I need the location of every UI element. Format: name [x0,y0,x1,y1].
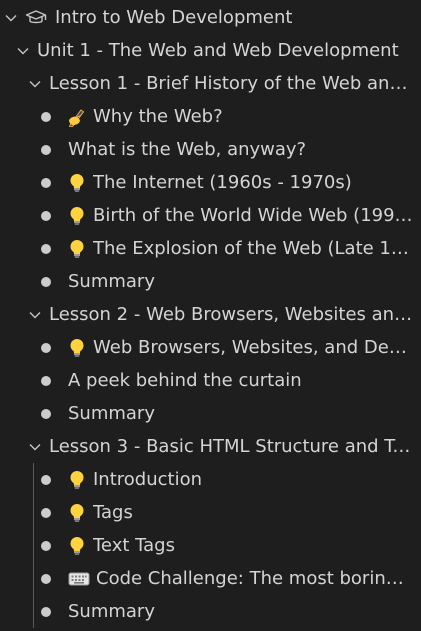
bullet-icon [41,111,51,122]
light-bulb-icon [68,206,86,226]
tree-item-page[interactable]: Why the Web? [0,100,421,133]
tree-item-page[interactable]: A peek behind the curtain [0,364,421,397]
bullet-icon [41,606,51,617]
bullet-icon [41,375,51,386]
light-bulb-icon [68,470,86,490]
tree-item-page[interactable]: The Explosion of the Web (Late 199... [0,232,421,265]
page-label: Introduction [93,468,203,490]
bullet-icon [41,276,51,287]
keyboard-icon [68,569,90,589]
chevron-down-icon[interactable] [27,439,43,455]
lesson-title: Lesson 1 - Brief History of the Web and … [49,72,413,94]
page-label: Code Challenge: The most boring ... [96,567,413,589]
tree-item-page[interactable]: Birth of the World Wide Web (1990s) [0,199,421,232]
tree-item-page[interactable]: The Internet (1960s - 1970s) [0,166,421,199]
tree-item-page[interactable]: Introduction [0,463,421,496]
page-label: Web Browsers, Websites, and Devel... [93,336,413,358]
writing-hand-icon [68,107,86,127]
page-label: The Internet (1960s - 1970s) [93,171,352,193]
light-bulb-icon [68,239,86,259]
tree-item-page[interactable]: Code Challenge: The most boring ... [0,562,421,595]
bullet-icon [41,210,51,221]
tree-item-page[interactable]: Text Tags [0,529,421,562]
bullet-icon [41,573,51,584]
bullet-icon [41,177,51,188]
page-label: The Explosion of the Web (Late 199... [93,237,413,259]
unit-title: Unit 1 - The Web and Web Development [37,39,399,61]
tree-item-lesson[interactable]: Lesson 2 - Web Browsers, Websites and... [0,298,421,331]
page-label: Summary [68,600,155,622]
tree-item-page[interactable]: Tags [0,496,421,529]
lesson-title: Lesson 3 - Basic HTML Structure and Tags [49,435,413,457]
light-bulb-icon [68,536,86,556]
tree-item-unit[interactable]: Unit 1 - The Web and Web Development [0,34,421,67]
bullet-icon [41,540,51,551]
page-label: Summary [68,402,155,424]
page-label: What is the Web, anyway? [68,138,307,160]
bullet-icon [41,243,51,254]
bullet-icon [41,474,51,485]
chevron-down-icon[interactable] [27,76,43,92]
tree-item-page[interactable]: Web Browsers, Websites, and Devel... [0,331,421,364]
bullet-icon [41,408,51,419]
tree-item-page[interactable]: Summary [0,595,421,628]
page-label: Tags [93,501,133,523]
lesson-title: Lesson 2 - Web Browsers, Websites and... [49,303,413,325]
tree-item-lesson[interactable]: Lesson 1 - Brief History of the Web and … [0,67,421,100]
course-outline-tree: Intro to Web Development Unit 1 - The We… [0,0,421,631]
light-bulb-icon [68,173,86,193]
chevron-down-icon[interactable] [15,43,31,59]
tree-item-page[interactable]: Summary [0,265,421,298]
bullet-icon [41,342,51,353]
tree-item-lesson[interactable]: Lesson 3 - Basic HTML Structure and Tags [0,430,421,463]
chevron-down-icon[interactable] [3,10,19,26]
chevron-down-icon[interactable] [27,307,43,323]
graduation-cap-icon [25,9,47,27]
page-label: Why the Web? [93,105,223,127]
light-bulb-icon [68,503,86,523]
page-label: Birth of the World Wide Web (1990s) [93,204,413,226]
tree-item-page[interactable]: Summary [0,397,421,430]
page-label: Text Tags [93,534,175,556]
course-title: Intro to Web Development [55,6,293,28]
page-label: Summary [68,270,155,292]
bullet-icon [41,144,51,155]
tree-item-course[interactable]: Intro to Web Development [0,1,421,34]
light-bulb-icon [68,338,86,358]
page-label: A peek behind the curtain [68,369,302,391]
tree-item-page[interactable]: What is the Web, anyway? [0,133,421,166]
bullet-icon [41,507,51,518]
